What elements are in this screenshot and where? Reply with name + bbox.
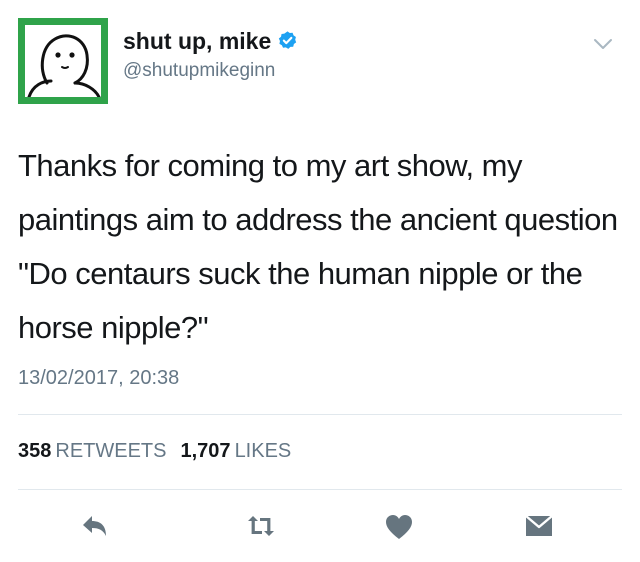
likes-label: LIKES	[234, 440, 292, 462]
display-name[interactable]: shut up, mike	[123, 28, 298, 55]
tweet-stats: 358 RETWEETS 1,707 LIKES	[18, 440, 291, 463]
retweet-stat[interactable]: 358 RETWEETS	[18, 440, 167, 462]
verified-badge-icon	[279, 31, 297, 49]
divider	[18, 489, 622, 490]
cartoon-face-avatar-icon	[27, 34, 101, 97]
likes-count: 1,707	[180, 440, 231, 462]
divider	[18, 414, 622, 415]
tweet-text: Thanks for coming to my art show, my pai…	[18, 148, 618, 345]
retweets-count: 358	[18, 440, 52, 462]
avatar-image	[25, 25, 101, 97]
like-stat[interactable]: 1,707 LIKES	[181, 440, 292, 462]
chevron-down-icon[interactable]	[592, 36, 614, 52]
tweet-timestamp[interactable]: 13/02/2017, 20:38	[18, 367, 179, 390]
avatar[interactable]	[18, 18, 108, 104]
user-handle[interactable]: @shutupmikeginn	[123, 60, 275, 82]
retweet-icon[interactable]	[246, 512, 276, 540]
envelope-icon[interactable]	[524, 512, 554, 540]
display-name-text: shut up, mike	[123, 28, 272, 54]
retweets-label: RETWEETS	[55, 440, 167, 462]
tweet-card: shut up, mike @shutupmikeginn Thanks for…	[0, 0, 640, 562]
reply-icon[interactable]	[80, 512, 110, 540]
heart-icon[interactable]	[384, 513, 414, 541]
